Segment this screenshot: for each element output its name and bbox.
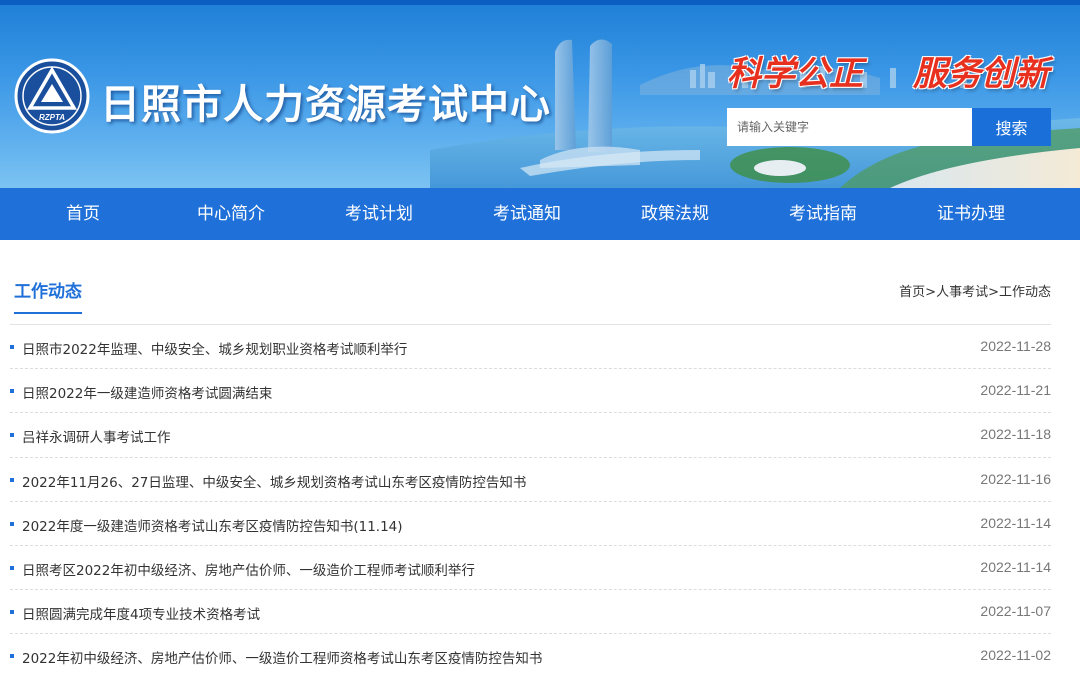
header-banner: RZPTA 日照市人力资源考试中心 科学公正 服务创新 搜索 [0,0,1080,188]
news-date: 2022-11-18 [980,426,1051,443]
news-list-item: 日照考区2022年初中级经济、房地产估价师、一级造价工程师考试顺利举行 2022… [10,546,1051,591]
nav-item-exam-guide[interactable]: 考试指南 [749,188,897,240]
news-title-link[interactable]: 日照2022年一级建造师资格考试圆满结束 [22,382,272,402]
news-date: 2022-11-16 [980,470,1051,487]
news-title-link[interactable]: 2022年初中级经济、房地产估价师、一级造价工程师资格考试山东考区疫情防控告知书 [22,647,542,667]
breadcrumb-work-news[interactable]: 工作动态 [999,285,1051,300]
search-input[interactable] [727,108,972,146]
nav-item-about[interactable]: 中心简介 [157,188,305,240]
news-list-item: 2022年11月26、27日监理、中级安全、城乡规划资格考试山东考区疫情防控告知… [10,458,1051,502]
bullet-icon [10,565,14,570]
section-header: 工作动态 首页>人事考试>工作动态 [10,263,1051,325]
news-list: 日照市2022年监理、中级安全、城乡规划职业资格考试顺利举行 2022-11-2… [10,325,1051,677]
news-title-link[interactable]: 吕祥永调研人事考试工作 [22,426,171,446]
news-date: 2022-11-21 [980,382,1051,399]
nav-item-exam-plan[interactable]: 考试计划 [305,188,453,240]
bullet-icon [10,433,14,438]
bullet-icon [10,477,14,482]
rzpta-logo: RZPTA [14,58,90,134]
bullet-icon [10,610,14,615]
bullet-icon [10,389,14,394]
news-title-link[interactable]: 日照市2022年监理、中级安全、城乡规划职业资格考试顺利举行 [22,338,407,358]
slogan-science-fairness: 科学公正 [727,54,863,94]
breadcrumb: 首页>人事考试>工作动态 [899,281,1051,300]
nav-item-policies[interactable]: 政策法规 [601,188,749,240]
bullet-icon [10,345,14,349]
nav-item-home[interactable]: 首页 [9,188,157,240]
news-title-link[interactable]: 日照圆满完成年度4项专业技术资格考试 [22,603,260,623]
news-title-link[interactable]: 日照考区2022年初中级经济、房地产估价师、一级造价工程师考试顺利举行 [22,559,475,579]
breadcrumb-separator: > [925,285,937,300]
search-button[interactable]: 搜索 [972,108,1051,146]
nav-item-certificate[interactable]: 证书办理 [897,188,1045,240]
news-date: 2022-11-07 [980,603,1051,620]
news-list-item: 吕祥永调研人事考试工作 2022-11-18 [10,413,1051,458]
nav-item-exam-notice[interactable]: 考试通知 [453,188,601,240]
site-title: 日照市人力资源考试中心 [100,82,551,128]
slogan-service-innovation: 服务创新 [913,54,1049,94]
main-nav: 首页 中心简介 考试计划 考试通知 政策法规 考试指南 证书办理 [0,188,1080,240]
news-list-item: 日照市2022年监理、中级安全、城乡规划职业资格考试顺利举行 2022-11-2… [10,325,1051,370]
breadcrumb-personnel-exam[interactable]: 人事考试 [936,285,988,300]
news-title-link[interactable]: 2022年11月26、27日监理、中级安全、城乡规划资格考试山东考区疫情防控告知… [22,471,526,491]
main-content: 工作动态 首页>人事考试>工作动态 日照市2022年监理、中级安全、城乡规划职业… [0,263,1080,677]
news-list-item: 2022年初中级经济、房地产估价师、一级造价工程师资格考试山东考区疫情防控告知书… [10,634,1051,677]
section-title: 工作动态 [14,277,82,314]
logo-text: RZPTA [39,113,65,122]
bullet-icon [10,521,14,526]
news-list-item: 2022年度一级建造师资格考试山东考区疫情防控告知书(11.14) 2022-1… [10,502,1051,546]
news-date: 2022-11-02 [980,647,1051,664]
bullet-icon [10,654,14,659]
breadcrumb-home[interactable]: 首页 [899,285,925,300]
news-list-item: 日照2022年一级建造师资格考试圆满结束 2022-11-21 [10,369,1051,414]
news-list-item: 日照圆满完成年度4项专业技术资格考试 2022-11-07 [10,590,1051,635]
news-date: 2022-11-14 [980,514,1051,531]
news-title-link[interactable]: 2022年度一级建造师资格考试山东考区疫情防控告知书(11.14) [22,515,403,535]
breadcrumb-separator: > [988,285,999,300]
news-date: 2022-11-28 [980,338,1051,354]
news-date: 2022-11-14 [980,558,1051,575]
